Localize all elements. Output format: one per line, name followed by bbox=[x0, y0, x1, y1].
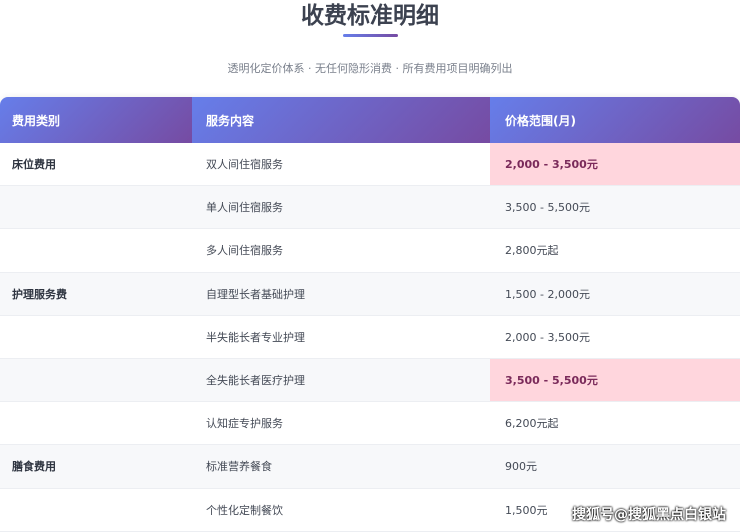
category-cell: 膳食费用 bbox=[12, 460, 56, 474]
table-row: 全失能长者医疗护理 3,500 - 5,500元 bbox=[0, 358, 740, 403]
fee-table: 费用类别 服务内容 价格范围(月) 床位费用 双人间住宿服务 2,000 - 3,5… bbox=[0, 97, 740, 532]
service-cell: 半失能长者专业护理 bbox=[206, 330, 305, 344]
service-cell: 全失能长者医疗护理 bbox=[206, 374, 305, 388]
category-cell: 床位费用 bbox=[12, 158, 56, 172]
category-cell bbox=[0, 229, 192, 271]
price-cell: 1,500 - 2,000元 bbox=[505, 287, 590, 301]
price-cell: 2,800元起 bbox=[505, 244, 559, 258]
category-cell bbox=[0, 489, 192, 531]
table-row: 膳食费用 标准营养餐食 900元 bbox=[0, 445, 740, 489]
service-cell: 双人间住宿服务 bbox=[206, 158, 283, 172]
service-cell: 多人间住宿服务 bbox=[206, 244, 283, 258]
table-row: 护理服务费 自理型长者基础护理 1,500 - 2,000元 bbox=[0, 272, 740, 316]
table-row: 单人间住宿服务 3,500 - 5,500元 bbox=[0, 186, 740, 230]
category-cell bbox=[0, 316, 192, 358]
price-cell: 2,000 - 3,500元 bbox=[505, 330, 590, 344]
service-cell: 单人间住宿服务 bbox=[206, 201, 283, 215]
price-cell: 3,500 - 5,500元 bbox=[490, 358, 740, 402]
category-cell bbox=[0, 359, 192, 401]
table-row: 床位费用 双人间住宿服务 2,000 - 3,500元 bbox=[0, 143, 740, 187]
service-cell: 认知症专护服务 bbox=[206, 417, 283, 431]
service-cell: 自理型长者基础护理 bbox=[206, 287, 305, 301]
price-cell: 3,500 - 5,500元 bbox=[505, 201, 590, 215]
table-row: 半失能长者专业护理 2,000 - 3,500元 bbox=[0, 316, 740, 359]
price-cell: 2,000 - 3,500元 bbox=[490, 143, 740, 186]
title-underline bbox=[343, 34, 398, 37]
service-cell: 标准营养餐食 bbox=[206, 460, 272, 474]
subtitle: 透明化定价体系 · 无任何隐形消费 · 所有费用项目明确列出 bbox=[227, 62, 513, 75]
service-cell: 个性化定制餐饮 bbox=[206, 503, 283, 517]
page-title: 收费标准明细 bbox=[301, 3, 439, 29]
header-price: 价格范围(月) bbox=[490, 97, 740, 143]
watermark: 搜狐号@搜狐黑点白银站 bbox=[572, 507, 726, 523]
table-header: 费用类别 服务内容 价格范围(月) bbox=[0, 97, 740, 143]
table-row: 认知症专护服务 6,200元起 bbox=[0, 402, 740, 446]
category-cell bbox=[0, 402, 192, 444]
category-cell bbox=[0, 186, 192, 228]
table-row: 多人间住宿服务 2,800元起 bbox=[0, 229, 740, 273]
header-service: 服务内容 bbox=[192, 97, 490, 143]
header-category: 费用类别 bbox=[0, 97, 192, 143]
price-cell: 6,200元起 bbox=[505, 417, 559, 431]
category-cell: 护理服务费 bbox=[12, 287, 67, 301]
price-cell: 900元 bbox=[505, 460, 537, 474]
